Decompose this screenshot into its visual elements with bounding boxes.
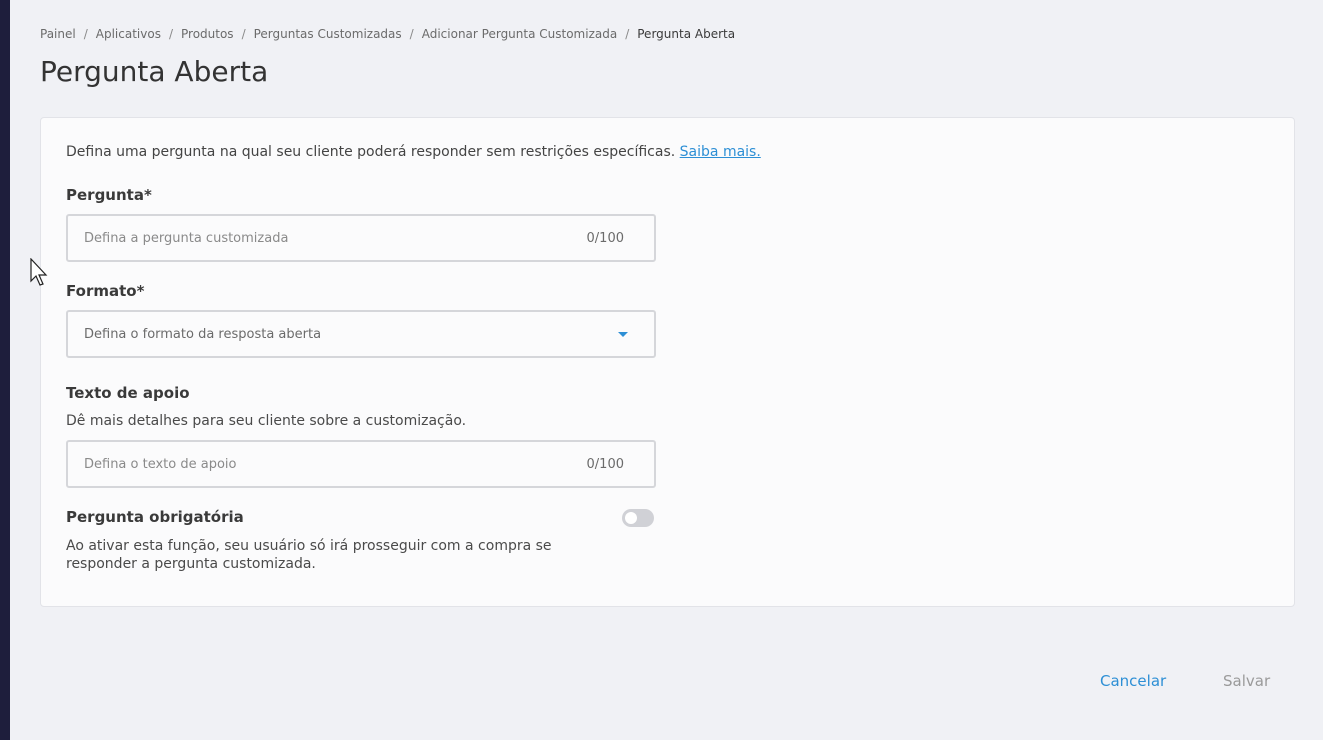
support-text-label: Texto de apoio xyxy=(66,384,190,402)
main-content: Painel / Aplicativos / Produtos / Pergun… xyxy=(10,0,1323,740)
question-label: Pergunta* xyxy=(66,186,152,204)
mouse-pointer-icon xyxy=(30,258,48,286)
left-rail xyxy=(0,0,10,740)
required-question-help: Ao ativar esta função, seu usuário só ir… xyxy=(66,537,552,573)
required-question-toggle[interactable] xyxy=(622,509,654,527)
question-form-card: Defina uma pergunta na qual seu cliente … xyxy=(40,117,1295,607)
form-intro-text: Defina uma pergunta na qual seu cliente … xyxy=(66,144,676,160)
breadcrumb-separator: / xyxy=(168,27,173,41)
required-help-line-2: responder a pergunta customizada. xyxy=(66,556,316,572)
format-label: Formato* xyxy=(66,282,145,300)
breadcrumb-perguntas-customizadas[interactable]: Perguntas Customizadas xyxy=(254,27,402,41)
breadcrumb-separator: / xyxy=(625,27,630,41)
breadcrumb-painel[interactable]: Painel xyxy=(40,27,76,41)
chevron-down-icon xyxy=(618,331,628,337)
breadcrumb-separator: / xyxy=(241,27,246,41)
page-title: Pergunta Aberta xyxy=(40,55,269,88)
support-text-input[interactable] xyxy=(84,456,587,472)
save-button[interactable]: Salvar xyxy=(1223,672,1270,690)
support-text-help: Dê mais detalhes para seu cliente sobre … xyxy=(66,413,467,429)
support-text-field[interactable]: 0/100 xyxy=(66,440,656,488)
required-help-line-1: Ao ativar esta função, seu usuário só ir… xyxy=(66,538,552,554)
breadcrumb-aplicativos[interactable]: Aplicativos xyxy=(96,27,161,41)
support-text-char-counter: 0/100 xyxy=(586,456,624,472)
learn-more-link[interactable]: Saiba mais. xyxy=(680,144,761,160)
breadcrumb-separator: / xyxy=(83,27,88,41)
breadcrumb-separator: / xyxy=(409,27,414,41)
required-question-label: Pergunta obrigatória xyxy=(66,508,244,526)
breadcrumb: Painel / Aplicativos / Produtos / Pergun… xyxy=(40,27,735,41)
form-intro: Defina uma pergunta na qual seu cliente … xyxy=(66,144,761,160)
question-field[interactable]: 0/100 xyxy=(66,214,656,262)
format-select-placeholder: Defina o formato da resposta aberta xyxy=(84,326,322,342)
question-char-counter: 0/100 xyxy=(586,230,624,246)
breadcrumb-adicionar-pergunta[interactable]: Adicionar Pergunta Customizada xyxy=(422,27,617,41)
cancel-button[interactable]: Cancelar xyxy=(1100,672,1166,690)
toggle-knob xyxy=(625,512,637,524)
breadcrumb-produtos[interactable]: Produtos xyxy=(181,27,234,41)
format-select[interactable]: Defina o formato da resposta aberta xyxy=(66,310,656,358)
question-input[interactable] xyxy=(84,230,587,246)
breadcrumb-current: Pergunta Aberta xyxy=(637,27,736,41)
